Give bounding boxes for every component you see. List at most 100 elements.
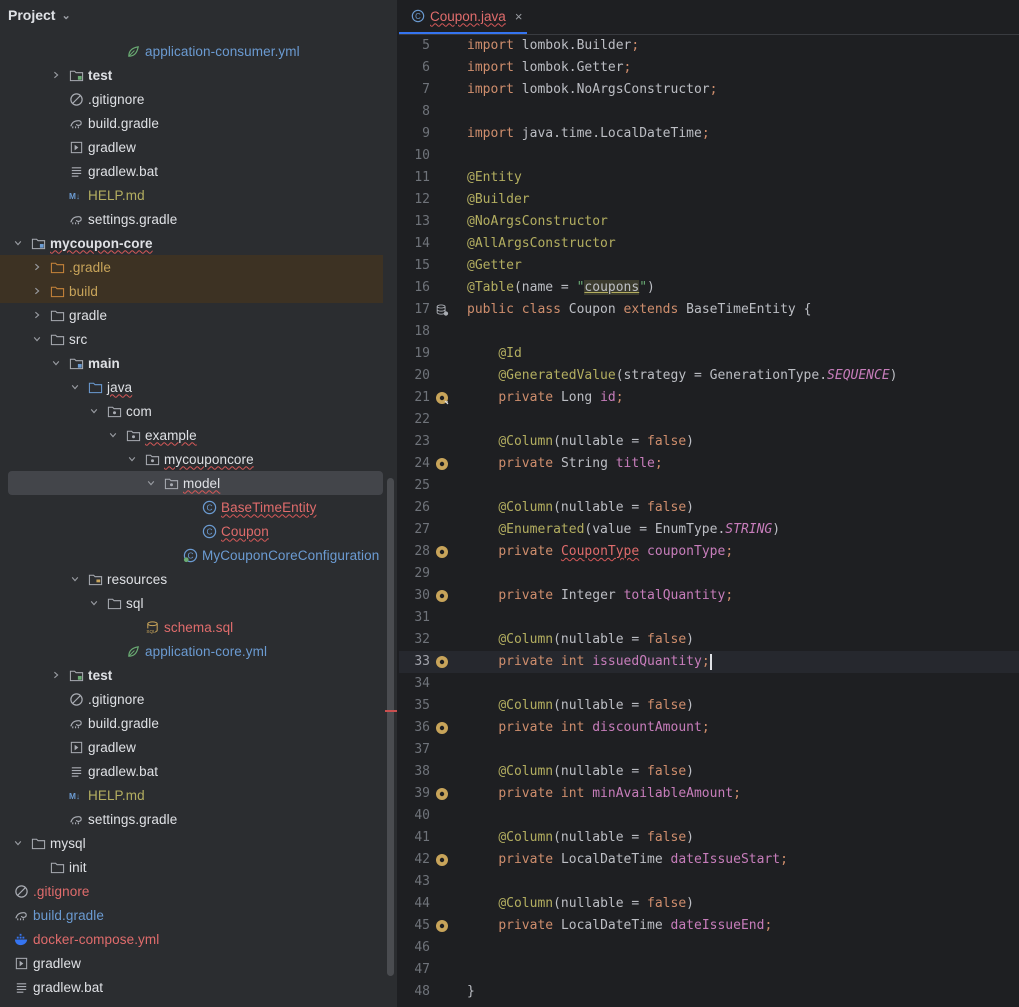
chevron-down-icon[interactable] [50,357,62,369]
code-line[interactable]: 32 @Column(nullable = false) [399,629,1019,651]
tree-item[interactable]: mycoupon-core [0,231,383,255]
code-line[interactable]: 26 @Column(nullable = false) [399,497,1019,519]
tree-item[interactable]: gradlew.bat [0,159,383,183]
code-line[interactable]: 34 [399,673,1019,695]
chevron-down-icon[interactable] [145,477,157,489]
code-line[interactable]: 42 private LocalDateTime dateIssueStart; [399,849,1019,871]
column-icon[interactable] [435,721,449,735]
chevron-down-icon[interactable] [31,333,43,345]
chevron-down-icon[interactable] [126,453,138,465]
code-line[interactable]: 33 private int issuedQuantity; [399,651,1019,673]
tree-item[interactable]: test [0,63,383,87]
column-icon[interactable] [435,457,449,471]
tree-item[interactable]: gradlew [0,735,383,759]
column-icon[interactable] [435,853,449,867]
column-icon[interactable] [435,545,449,559]
code-line[interactable]: 13 @NoArgsConstructor [399,211,1019,233]
db-icon[interactable] [435,303,449,317]
tree-item[interactable]: build.gradle [0,111,383,135]
column-icon[interactable] [435,589,449,603]
tree-item[interactable]: gradlew [0,951,383,975]
code-line[interactable]: 10 [399,145,1019,167]
code-line[interactable]: 21 private Long id; [399,387,1019,409]
chevron-down-icon[interactable] [88,405,100,417]
tree-item[interactable]: build.gradle [0,903,383,927]
tree-item[interactable]: build.gradle [0,711,383,735]
tree-item[interactable]: init [0,855,383,879]
project-tree-scrollbar[interactable] [387,478,394,976]
tree-item[interactable]: mycouponcore [0,447,383,471]
code-line[interactable]: 22 [399,409,1019,431]
tree-item[interactable]: docker-compose.yml [0,927,383,951]
tree-item[interactable]: C BaseTimeEntity [0,495,383,519]
code-line[interactable]: 14 @AllArgsConstructor [399,233,1019,255]
column-icon[interactable] [435,787,449,801]
tree-item[interactable]: gradlew [0,135,383,159]
chevron-down-icon[interactable]: ⌄ [61,9,70,22]
tree-item[interactable]: model [0,471,383,495]
tree-item[interactable]: com [0,399,383,423]
tree-item[interactable]: gradlew.bat [0,759,383,783]
tree-item[interactable]: .gitignore [0,87,383,111]
chevron-right-icon[interactable] [31,261,43,273]
tree-item[interactable]: C Coupon [0,519,383,543]
chevron-right-icon[interactable] [50,669,62,681]
column-icon[interactable] [435,919,449,933]
tree-item[interactable]: C MyCouponCoreConfiguration [0,543,383,567]
chevron-down-icon[interactable] [69,381,81,393]
tree-item[interactable]: M↓ HELP.md [0,783,383,807]
tree-item[interactable]: build [0,279,383,303]
code-line[interactable]: 5 import lombok.Builder; [399,35,1019,57]
code-line[interactable]: 44 @Column(nullable = false) [399,893,1019,915]
tree-item[interactable]: sql [0,591,383,615]
chevron-down-icon[interactable] [107,429,119,441]
code-line[interactable]: 38 @Column(nullable = false) [399,761,1019,783]
tree-item[interactable]: M↓ HELP.md [0,183,383,207]
tree-item[interactable]: .gitignore [0,879,383,903]
tree-item[interactable]: gradlew.bat [0,975,383,999]
code-line[interactable]: 16 @Table(name = "coupons") [399,277,1019,299]
tree-item[interactable]: resources [0,567,383,591]
chevron-right-icon[interactable] [31,309,43,321]
chevron-right-icon[interactable] [31,285,43,297]
chevron-right-icon[interactable] [50,69,62,81]
tree-item[interactable]: gradle [0,303,383,327]
tree-item[interactable]: settings.gradle [0,207,383,231]
code-line[interactable]: 37 [399,739,1019,761]
code-line[interactable]: 30 private Integer totalQuantity; [399,585,1019,607]
code-line[interactable]: 11 @Entity [399,167,1019,189]
chevron-down-icon[interactable] [12,237,24,249]
tree-item[interactable]: .gradle [0,255,383,279]
tree-item[interactable]: settings.gradle [0,807,383,831]
code-line[interactable]: 46 [399,937,1019,959]
project-view-selector[interactable]: Project ⌄ [0,0,397,30]
code-editor[interactable]: 5 import lombok.Builder; 6 import lombok.Ge… [399,35,1019,1003]
code-line[interactable]: 25 [399,475,1019,497]
tree-item[interactable]: application-consumer.yml [0,39,383,63]
code-line[interactable]: 48} [399,981,1019,1003]
column-icon[interactable] [435,655,449,669]
code-line[interactable]: 31 [399,607,1019,629]
code-line[interactable]: 40 [399,805,1019,827]
tree-item[interactable]: mysql [0,831,383,855]
tab-coupon-java[interactable]: C Coupon.java × [399,0,527,34]
code-line[interactable]: 9 import java.time.LocalDateTime; [399,123,1019,145]
code-line[interactable]: 47 [399,959,1019,981]
tree-item[interactable]: application-core.yml [0,639,383,663]
code-line[interactable]: 7 import lombok.NoArgsConstructor; [399,79,1019,101]
code-line[interactable]: 23 @Column(nullable = false) [399,431,1019,453]
code-line[interactable]: 15 @Getter [399,255,1019,277]
code-line[interactable]: 28 private CouponType couponType; [399,541,1019,563]
code-line[interactable]: 43 [399,871,1019,893]
tree-item[interactable]: test [0,663,383,687]
chevron-down-icon[interactable] [88,597,100,609]
chevron-down-icon[interactable] [12,837,24,849]
tree-item[interactable]: java [0,375,383,399]
code-line[interactable]: 17 public class Coupon extends BaseTimeEn… [399,299,1019,321]
close-icon[interactable]: × [515,9,523,24]
tree-item[interactable]: main [0,351,383,375]
code-line[interactable]: 35 @Column(nullable = false) [399,695,1019,717]
code-line[interactable]: 45 private LocalDateTime dateIssueEnd; [399,915,1019,937]
column-key-icon[interactable] [435,391,449,405]
code-line[interactable]: 20 @GeneratedValue(strategy = Generation… [399,365,1019,387]
